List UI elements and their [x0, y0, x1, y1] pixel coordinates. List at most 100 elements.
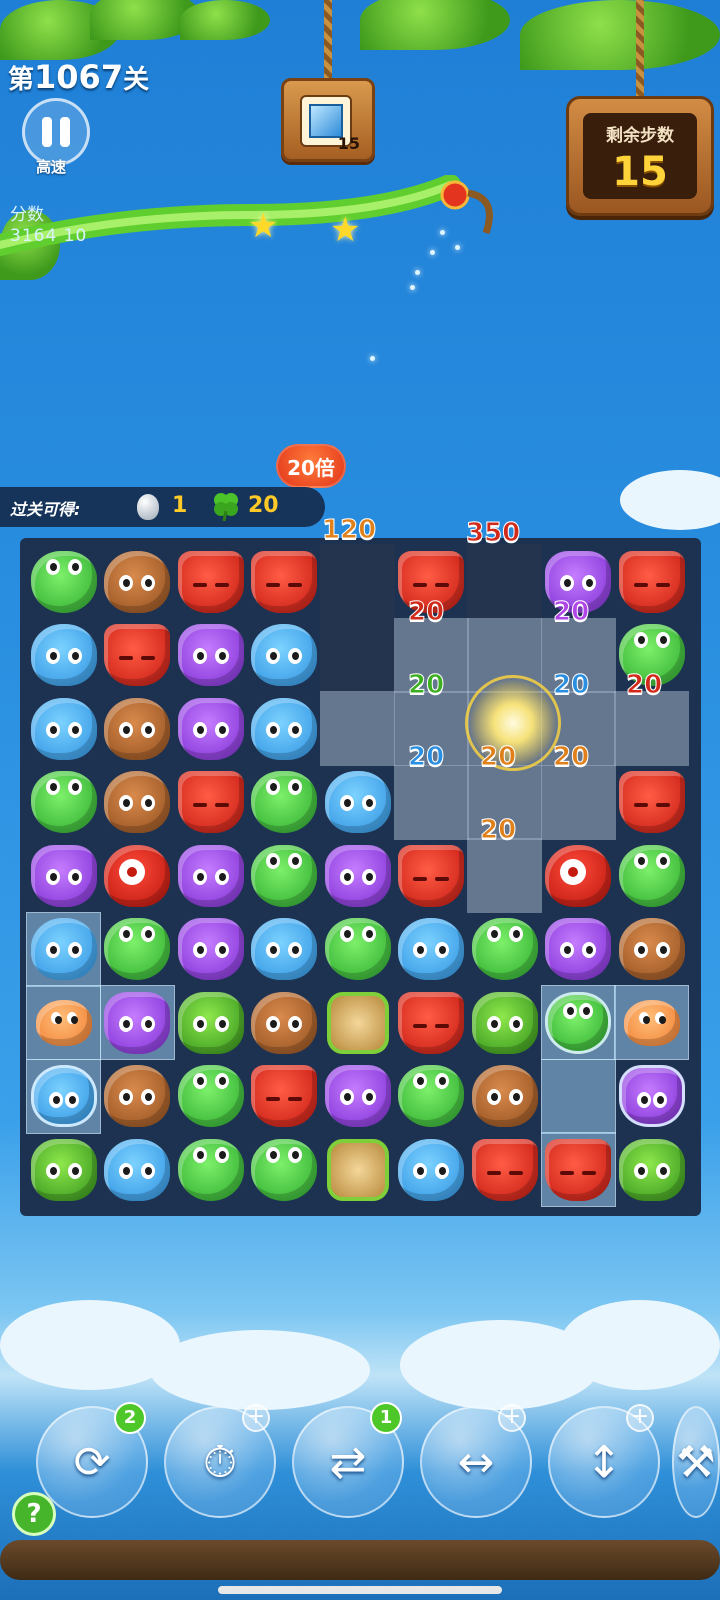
board-cell[interactable]	[99, 985, 175, 1060]
board-cell[interactable]	[320, 765, 395, 840]
board-cell[interactable]	[541, 838, 616, 913]
board-cell[interactable]	[247, 838, 322, 913]
hammer-booster[interactable]: ⚒	[672, 1406, 720, 1518]
board-cell[interactable]	[320, 691, 395, 766]
clock-icon: ⏱	[202, 1436, 238, 1488]
board-cell[interactable]	[247, 985, 322, 1060]
plus-icon[interactable]: +	[498, 1404, 526, 1432]
board-cell[interactable]	[614, 1132, 689, 1207]
board-cell[interactable]	[394, 985, 469, 1060]
score-popup: 20	[552, 597, 590, 628]
board-cell[interactable]	[247, 691, 322, 766]
board-cell[interactable]	[540, 1132, 616, 1207]
board-cell[interactable]	[173, 765, 248, 840]
board-cell[interactable]	[26, 838, 101, 913]
hippo-piece	[398, 918, 464, 980]
board-cell[interactable]	[467, 544, 542, 619]
board-cell[interactable]	[320, 617, 395, 693]
help-button[interactable]: ?	[12, 1492, 56, 1536]
board-cell[interactable]	[100, 691, 175, 766]
board-cell[interactable]	[467, 912, 542, 987]
board-cell[interactable]	[100, 765, 175, 840]
board-cell[interactable]	[394, 912, 469, 987]
owl-piece	[618, 1065, 685, 1127]
board-cell[interactable]	[614, 765, 689, 840]
board-cell[interactable]	[393, 764, 469, 840]
level-title: 第1067关	[8, 58, 150, 96]
board-cell[interactable]	[100, 1132, 175, 1207]
board-cell[interactable]	[247, 765, 322, 840]
board-cell[interactable]	[540, 1058, 616, 1134]
bear-piece	[104, 771, 170, 833]
board-cell[interactable]	[320, 838, 395, 913]
frog-piece	[104, 918, 170, 980]
board-cell[interactable]	[26, 691, 101, 766]
shuffle-booster[interactable]: ⟳ 2	[36, 1402, 148, 1518]
owl-piece	[324, 1065, 391, 1127]
fox-piece	[398, 991, 464, 1054]
board-cell[interactable]	[173, 1132, 248, 1207]
board-cell[interactable]	[394, 838, 469, 913]
board-cell[interactable]	[173, 838, 248, 913]
board-cell[interactable]	[540, 985, 616, 1060]
board-cell[interactable]	[100, 912, 175, 987]
board-cell[interactable]	[100, 838, 175, 913]
hippo-piece	[30, 624, 97, 686]
vertical-rocket-booster[interactable]: ↕ +	[548, 1404, 660, 1518]
board-cell[interactable]	[247, 618, 322, 693]
score-popup: 20	[407, 597, 445, 628]
clover-icon	[214, 493, 238, 521]
board-cell[interactable]	[541, 912, 616, 987]
board-cell[interactable]	[100, 544, 175, 619]
board-cell[interactable]	[320, 544, 395, 619]
board-cell[interactable]	[100, 618, 175, 693]
frog-piece	[251, 844, 317, 907]
board-cell[interactable]	[540, 764, 616, 840]
board-cell[interactable]	[26, 985, 101, 1060]
board-cell[interactable]	[26, 1132, 101, 1207]
fox-piece	[471, 1138, 538, 1201]
board-cell[interactable]	[320, 1059, 395, 1134]
board-cell[interactable]	[467, 1059, 542, 1134]
booster-count-badge: 2	[114, 1402, 146, 1434]
board-cell[interactable]	[173, 544, 248, 619]
board-cell[interactable]	[26, 544, 101, 619]
board-cell[interactable]	[467, 1132, 542, 1207]
board-cell[interactable]	[320, 985, 395, 1060]
board-cell[interactable]	[173, 618, 248, 693]
board-cell[interactable]	[320, 912, 395, 987]
board-cell[interactable]	[614, 544, 689, 619]
board-cell[interactable]	[467, 985, 542, 1060]
board-cell[interactable]	[614, 1059, 689, 1134]
time-booster[interactable]: ⏱ +	[164, 1404, 276, 1518]
board-cell[interactable]	[173, 985, 248, 1060]
board-cell[interactable]	[26, 911, 101, 987]
board-cell[interactable]	[614, 691, 689, 766]
board-cell[interactable]	[394, 1059, 469, 1134]
board-cell[interactable]	[614, 912, 689, 987]
owl-piece	[177, 918, 244, 980]
plus-icon[interactable]: +	[242, 1404, 270, 1432]
board-cell[interactable]	[247, 544, 322, 619]
frog-piece	[251, 771, 317, 833]
board-cell[interactable]	[100, 1059, 175, 1134]
board-cell[interactable]	[26, 618, 101, 693]
board-cell[interactable]	[173, 912, 248, 987]
board-cell[interactable]	[614, 838, 689, 913]
swap-booster[interactable]: ⇄ 1	[292, 1402, 404, 1518]
moves-panel: 剩余步数 15	[566, 96, 714, 216]
board-cell[interactable]	[26, 1058, 101, 1134]
horizontal-rocket-booster[interactable]: ↔ +	[420, 1404, 532, 1518]
board-cell[interactable]	[614, 985, 689, 1060]
clover-count: 20	[248, 493, 279, 518]
board-cell[interactable]	[173, 1059, 248, 1134]
board-cell[interactable]	[247, 1059, 322, 1134]
board-cell[interactable]	[467, 838, 542, 913]
board-cell[interactable]	[394, 1132, 469, 1207]
board-cell[interactable]	[320, 1132, 395, 1207]
board-cell[interactable]	[26, 765, 101, 840]
board-cell[interactable]	[173, 691, 248, 766]
plus-icon[interactable]: +	[626, 1404, 654, 1432]
board-cell[interactable]	[247, 1132, 322, 1207]
board-cell[interactable]	[247, 912, 322, 987]
